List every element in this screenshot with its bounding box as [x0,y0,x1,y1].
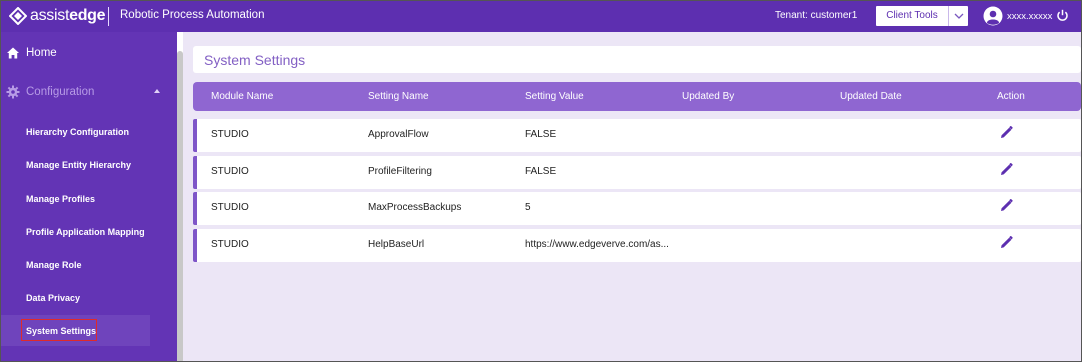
client-tools-toggle[interactable] [948,6,968,26]
column-header-setting-value: Setting Value [525,91,584,102]
cell-setting-value: FALSE [525,166,557,177]
table-row: STUDIO ApprovalFlow FALSE [193,119,1081,152]
sidebar-item-manage-role[interactable]: Manage Role [26,260,82,270]
cell-module-name: STUDIO [211,239,249,250]
table-row: STUDIO HelpBaseUrl https://www.edgeverve… [193,229,1081,262]
sidebar-item-manage-entity-hierarchy[interactable]: Manage Entity Hierarchy [26,160,131,170]
sidebar-item-profile-application-mapping[interactable]: Profile Application Mapping [26,227,145,237]
client-tools-button[interactable]: Client Tools [876,6,948,26]
edit-pencil-icon[interactable] [1000,126,1013,139]
cell-module-name: STUDIO [211,166,249,177]
cell-setting-name: ProfileFiltering [368,166,432,177]
cell-setting-value: https://www.edgeverve.com/as... [525,239,669,250]
cell-setting-name: ApprovalFlow [368,129,429,140]
column-header-updated-by: Updated By [682,91,735,102]
cell-setting-value: 5 [525,202,531,213]
edit-pencil-icon[interactable] [1000,236,1013,249]
column-header-action: Action [997,91,1025,102]
header-divider [108,7,109,26]
sidebar-item-data-privacy[interactable]: Data Privacy [26,293,80,303]
logo-icon [9,7,27,25]
page-title: System Settings [204,52,306,68]
tenant-label: Tenant: customer1 [775,10,858,21]
column-header-module-name: Module Name [211,91,274,102]
column-header-setting-name: Setting Name [368,91,429,102]
home-icon [7,47,19,59]
client-tools-dropdown[interactable]: Client Tools [876,6,968,26]
sidebar-item-system-settings[interactable]: System Settings [26,326,96,336]
cell-setting-name: MaxProcessBackups [368,202,462,213]
assistedge-logo[interactable]: assistedge [9,6,106,26]
gear-icon [6,85,20,99]
sidebar-item-hierarchy-configuration[interactable]: Hierarchy Configuration [26,127,129,137]
sidebar-item-label: Home [26,47,57,59]
sidebar-item-manage-profiles[interactable]: Manage Profiles [26,194,95,204]
logo-text: assistedge [30,7,106,24]
power-icon[interactable] [1056,9,1069,22]
chevron-up-icon[interactable] [154,89,160,93]
username[interactable]: xxxx.xxxxx [1007,11,1052,22]
table-row: STUDIO ProfileFiltering FALSE [193,156,1081,189]
app-title: Robotic Process Automation [120,9,265,21]
edit-pencil-icon[interactable] [1000,199,1013,212]
table-header: Module Name Setting Name Setting Value U… [193,82,1081,111]
cell-module-name: STUDIO [211,129,249,140]
column-header-updated-date: Updated Date [840,91,902,102]
sidebar-item-home[interactable]: Home [1,43,57,63]
user-avatar-icon[interactable] [983,6,1003,26]
app-window: assistedge Robotic Process Automation Te… [0,0,1082,362]
page-title-card: System Settings [193,46,1081,73]
edit-pencil-icon[interactable] [1000,163,1013,176]
sidebar-item-label: Configuration [26,86,95,98]
cell-setting-name: HelpBaseUrl [368,239,425,250]
top-bar: assistedge Robotic Process Automation Te… [1,1,1081,32]
cell-setting-value: FALSE [525,129,557,140]
chevron-down-icon [954,13,963,19]
table-row: STUDIO MaxProcessBackups 5 [193,192,1081,225]
sidebar-item-configuration[interactable]: Configuration [1,82,171,102]
cell-module-name: STUDIO [211,202,249,213]
